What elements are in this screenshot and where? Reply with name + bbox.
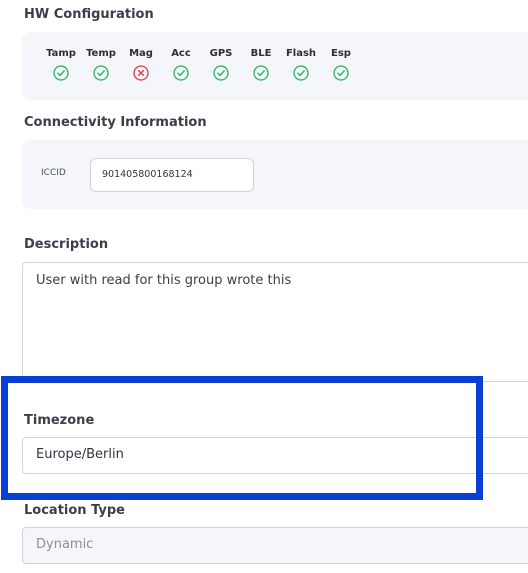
timezone-title: Timezone [24, 413, 95, 428]
hw-configuration-title: HW Configuration [24, 7, 154, 22]
description-title: Description [24, 237, 109, 252]
hw-item-acc: Acc [161, 48, 201, 81]
hw-item-esp: Esp [321, 48, 361, 81]
connectivity-title: Connectivity Information [24, 115, 207, 130]
hw-item-flash: Flash [281, 48, 321, 81]
timezone-select[interactable]: Europe/Berlin [22, 437, 528, 474]
check-circle-icon [93, 65, 109, 81]
hw-item-temp: Temp [81, 48, 121, 81]
timezone-value: Europe/Berlin [36, 447, 124, 462]
check-circle-icon [213, 65, 229, 81]
description-value: User with read for this group wrote this [36, 273, 292, 288]
hw-item-label: Flash [285, 48, 317, 59]
iccid-field[interactable]: 901405800168124 [90, 158, 254, 192]
location-type-value: Dynamic [36, 537, 94, 552]
description-textarea[interactable]: User with read for this group wrote this [22, 262, 528, 382]
hw-item-mag: Mag [121, 48, 161, 81]
iccid-label: ICCID [41, 168, 66, 178]
hw-configuration-panel: Tamp Temp Mag Acc GPS BLE Flash Esp [22, 32, 528, 100]
hw-item-label: Tamp [46, 48, 76, 59]
check-circle-icon [293, 65, 309, 81]
hw-item-label: Mag [129, 48, 153, 59]
hw-item-label: GPS [209, 48, 233, 59]
hw-item-tamp: Tamp [41, 48, 81, 81]
hw-item-gps: GPS [201, 48, 241, 81]
hw-item-ble: BLE [241, 48, 281, 81]
hw-item-label: Acc [171, 48, 191, 59]
x-circle-icon [133, 65, 149, 81]
hw-item-label: BLE [250, 48, 272, 59]
check-circle-icon [173, 65, 189, 81]
check-circle-icon [53, 65, 69, 81]
connectivity-panel: ICCID 901405800168124 [22, 140, 528, 209]
check-circle-icon [333, 65, 349, 81]
hw-item-label: Esp [331, 48, 351, 59]
location-type-field: Dynamic [22, 527, 528, 564]
hw-item-label: Temp [86, 48, 116, 59]
check-circle-icon [253, 65, 269, 81]
location-type-title: Location Type [24, 503, 125, 518]
